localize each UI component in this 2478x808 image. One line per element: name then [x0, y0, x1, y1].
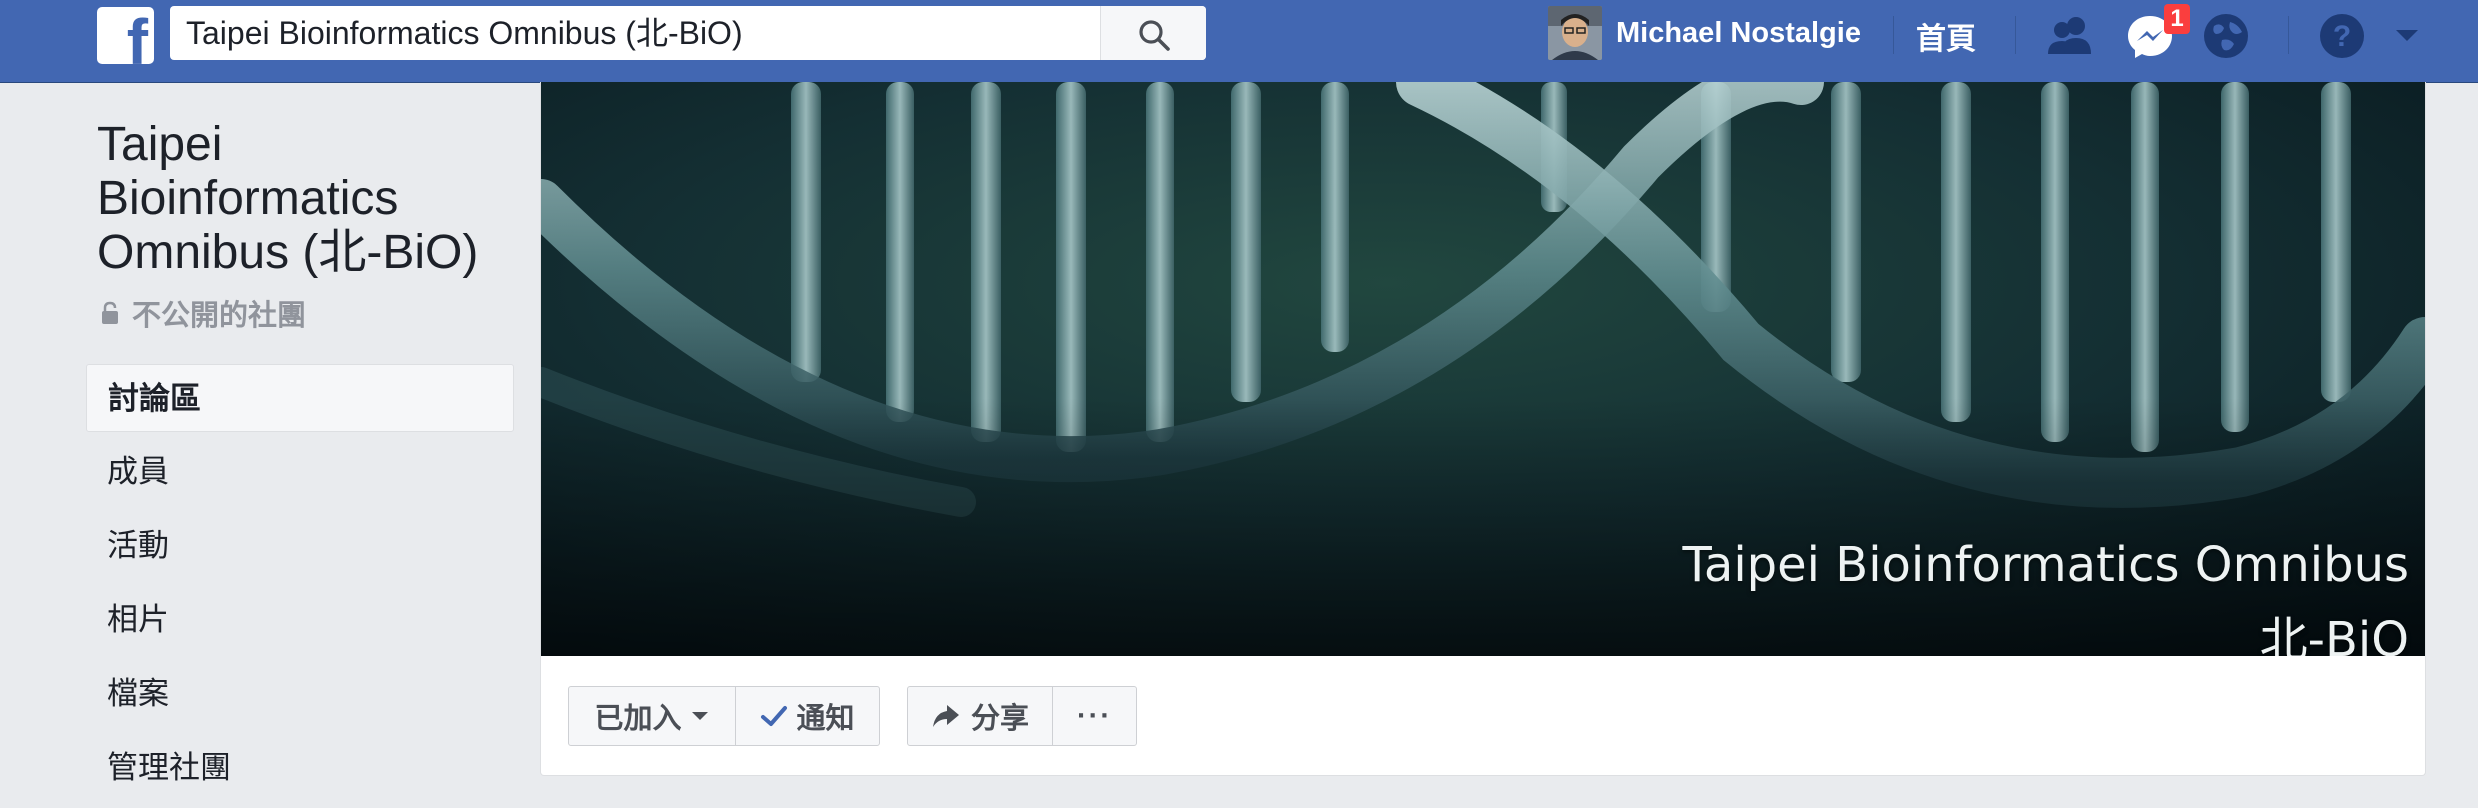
sidebar-item-members[interactable]: 成員 [86, 438, 514, 506]
nav-divider [1893, 16, 1894, 54]
cover-title-line-2: 北-BiO [2259, 612, 2409, 656]
lock-icon [102, 301, 118, 324]
home-link[interactable]: 首頁 [1916, 14, 1976, 58]
sidebar-item-files[interactable]: 檔案 [86, 660, 514, 728]
help-icon[interactable]: ? [2316, 10, 2368, 62]
group-title-line: Taipei [97, 118, 223, 171]
search-box [170, 6, 1206, 60]
group-sidebar-nav: 討論區 成員 活動 相片 檔案 管理社團 [86, 364, 514, 808]
share-button[interactable]: 分享 [907, 686, 1053, 746]
share-label: 分享 [970, 703, 1029, 735]
sidebar-item-manage-group[interactable]: 管理社團 [86, 734, 514, 802]
more-options-icon: ··· [1077, 699, 1112, 732]
svg-text:?: ? [2333, 20, 2351, 53]
check-icon [761, 706, 788, 726]
search-input[interactable] [170, 6, 1100, 60]
sidebar-item-discussion[interactable]: 討論區 [86, 364, 514, 432]
facebook-logo[interactable]: f [97, 7, 154, 64]
group-title-line: Omnibus (北-BiO) [97, 226, 479, 279]
group-title[interactable]: Taipei Bioinformatics Omnibus (北-BiO) [97, 118, 517, 280]
cover-photo[interactable]: Taipei Bioinformatics Omnibus 北-BiO [541, 82, 2425, 656]
nav-divider [2288, 16, 2289, 54]
sidebar-item-events[interactable]: 活動 [86, 512, 514, 580]
profile-link[interactable]: Michael Nostalgie [1548, 6, 1861, 60]
avatar [1548, 6, 1602, 60]
group-privacy: 不公開的社團 [100, 292, 306, 334]
profile-name: Michael Nostalgie [1616, 16, 1861, 49]
notifications-globe-icon[interactable] [2200, 10, 2252, 62]
account-menu-chevron-icon[interactable] [2390, 18, 2424, 52]
caret-down-icon [691, 712, 708, 720]
search-icon [1139, 20, 1170, 51]
top-navigation-bar: f Michael Nostalgie 首頁 [0, 0, 2478, 83]
group-title-line: Bioinformatics [97, 172, 399, 225]
cover-title-line-1: Taipei Bioinformatics Omnibus [1682, 537, 2409, 593]
joined-dropdown-button[interactable]: 已加入 [568, 686, 736, 746]
friend-requests-icon[interactable] [2044, 10, 2096, 62]
sidebar-item-photos[interactable]: 相片 [86, 586, 514, 654]
share-arrow-icon [932, 705, 959, 727]
notifications-button[interactable]: 通知 [735, 686, 880, 746]
privacy-label: 不公開的社團 [132, 300, 307, 332]
search-button[interactable] [1100, 6, 1206, 60]
notifications-label: 通知 [796, 703, 855, 735]
more-options-button[interactable]: ··· [1052, 686, 1137, 746]
nav-divider [2015, 16, 2016, 54]
messages-badge: 1 [2164, 4, 2190, 34]
facebook-logo-letter: f [126, 7, 148, 64]
joined-label: 已加入 [594, 703, 682, 735]
